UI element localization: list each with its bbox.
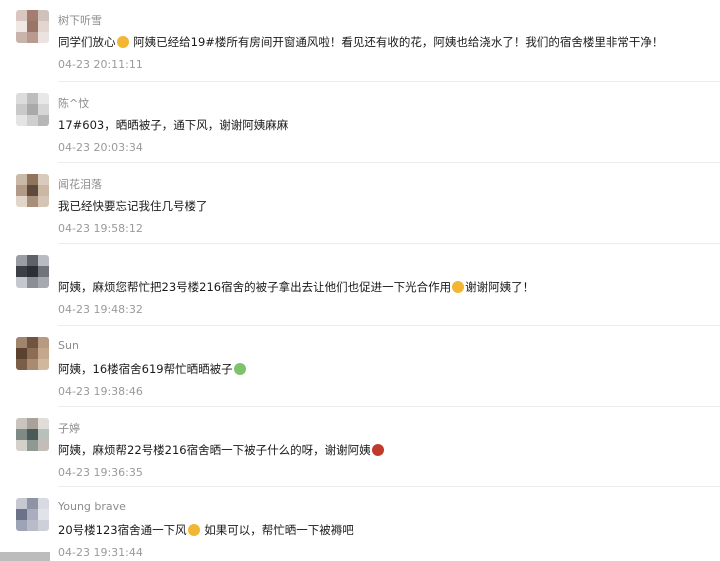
grin-icon — [452, 281, 465, 293]
comment-author[interactable]: Sun — [58, 339, 79, 352]
avatar[interactable] — [16, 418, 49, 451]
comment-text: 我已经快要忘记我住几号楼了 — [58, 198, 208, 214]
smile-icon — [116, 36, 129, 48]
divider — [58, 486, 720, 487]
comment-timestamp: 04-23 19:38:46 — [58, 385, 143, 398]
comment-timestamp: 04-23 19:48:32 — [58, 303, 143, 316]
comment-timestamp: 04-23 20:11:11 — [58, 58, 143, 71]
comment-text-part: 阿姨，麻烦帮22号楼216宿舍晒一下被子什么的呀，谢谢阿姨 — [58, 443, 371, 457]
comment-text: 阿姨，16楼宿舍619帮忙晒晒被子 — [58, 361, 247, 377]
divider — [58, 162, 720, 163]
comment-text: 阿姨，麻烦帮22号楼216宿舍晒一下被子什么的呀，谢谢阿姨 — [58, 442, 385, 458]
comment-text-part: 如果可以，帮忙晒一下被褥吧 — [200, 523, 354, 537]
avatar[interactable] — [16, 93, 49, 126]
avatar[interactable] — [16, 498, 49, 531]
partial-avatar — [0, 552, 50, 561]
avatar[interactable] — [16, 174, 49, 207]
comment-author[interactable]: 闻花泪落 — [58, 176, 102, 192]
frog-icon — [233, 363, 246, 375]
rose-icon — [371, 444, 384, 456]
comment-timestamp: 04-23 19:36:35 — [58, 466, 143, 479]
comment-text: 阿姨，麻烦您帮忙把23号楼216宿舍的被子拿出去让他们也促进一下光合作用 谢谢阿姨… — [58, 279, 534, 295]
comment-text: 同学们放心 阿姨已经给19#楼所有房间开窗通风啦！看见还有收的花，阿姨也给浇水了… — [58, 34, 663, 50]
avatar[interactable] — [16, 10, 49, 43]
comment-text-part: 阿姨已经给19#楼所有房间开窗通风啦！看见还有收的花，阿姨也给浇水了！我们的宿舍… — [129, 35, 664, 49]
divider — [58, 406, 720, 407]
comment-text-part: 17#603，晒晒被子，通下风，谢谢阿姨麻麻 — [58, 118, 289, 132]
divider — [58, 243, 720, 244]
comment-author[interactable]: 陈^忟 — [58, 95, 89, 111]
comment-text-part: 我已经快要忘记我住几号楼了 — [58, 199, 208, 213]
comment-text-part: 20号楼123宿舍通一下风 — [58, 523, 187, 537]
comment-timestamp: 04-23 20:03:34 — [58, 141, 143, 154]
comment-text-part: 阿姨，麻烦您帮忙把23号楼216宿舍的被子拿出去让他们也促进一下光合作用 — [58, 280, 452, 294]
divider — [58, 325, 720, 326]
comment-timestamp: 04-23 19:58:12 — [58, 222, 143, 235]
comment-author[interactable]: 树下听雪 — [58, 12, 102, 28]
comment-text: 17#603，晒晒被子，通下风，谢谢阿姨麻麻 — [58, 117, 288, 133]
comment-author[interactable]: Young brave — [58, 500, 126, 513]
comment-text-part: 阿姨，16楼宿舍619帮忙晒晒被子 — [58, 362, 233, 376]
comment-timestamp: 04-23 19:31:44 — [58, 546, 143, 559]
avatar[interactable] — [16, 337, 49, 370]
comment-text-part: 谢谢阿姨了！ — [465, 280, 535, 294]
divider — [58, 81, 720, 82]
laugh-icon — [187, 524, 200, 536]
avatar[interactable] — [16, 255, 49, 288]
comment-text-part: 同学们放心 — [58, 35, 116, 49]
comment-text: 20号楼123宿舍通一下风 如果可以，帮忙晒一下被褥吧 — [58, 522, 354, 538]
comment-author[interactable]: 子婷 — [58, 420, 80, 436]
